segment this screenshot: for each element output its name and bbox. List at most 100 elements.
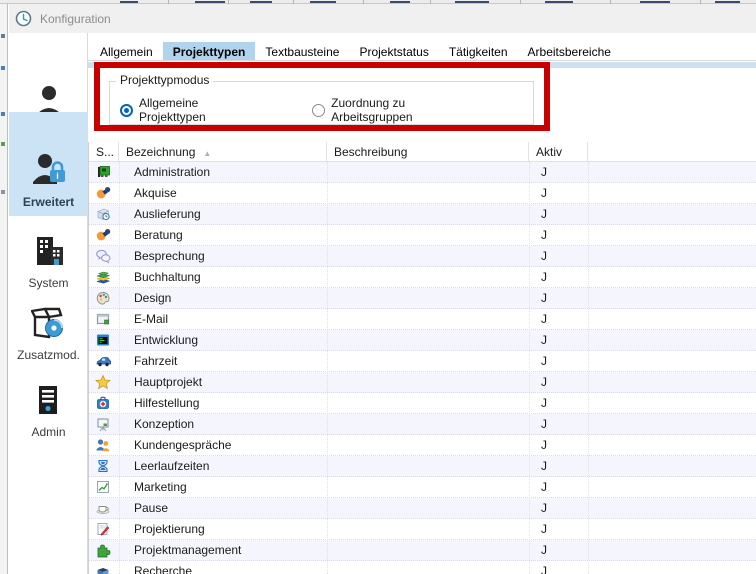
cell-aktiv: J (541, 414, 547, 435)
column-header-beschreibung[interactable]: Beschreibung (327, 142, 529, 162)
sidebar-item-label: System (9, 276, 88, 290)
background-text-fragment (715, 1, 740, 3)
cell-aktiv: J (541, 393, 547, 414)
cell-aktiv: J (541, 309, 547, 330)
palette-icon (95, 290, 111, 306)
dialog-titlebar[interactable]: Konfiguration (9, 4, 756, 33)
radio-row: Allgemeine Projekttypen Zuordnung zu Arbe… (120, 96, 533, 124)
radio-label[interactable]: Allgemeine Projekttypen (139, 96, 268, 124)
radio-selected[interactable] (120, 104, 133, 117)
table-row[interactable]: BeratungJ (89, 225, 756, 246)
cell-aktiv: J (541, 540, 547, 561)
table-row[interactable]: KonzeptionJ (89, 414, 756, 435)
cell-bezeichnung: Buchhaltung (134, 267, 201, 288)
cell-aktiv: J (541, 246, 547, 267)
cell-aktiv: J (541, 498, 547, 519)
dialog-title: Konfiguration (40, 12, 111, 26)
cell-bezeichnung: Kundengespräche (134, 435, 231, 456)
groupbox-title: Projekttypmodus (116, 73, 213, 87)
cell-aktiv: J (541, 267, 547, 288)
easel-icon (95, 416, 111, 432)
cell-bezeichnung: Akquise (134, 183, 177, 204)
cell-aktiv: J (541, 456, 547, 477)
email-icon (95, 311, 111, 327)
background-text-fragment (390, 1, 410, 3)
table-row[interactable]: FahrzeitJ (89, 351, 756, 372)
tab-ttigkeiten[interactable]: Tätigkeiten (439, 42, 518, 60)
doc-pen-icon (95, 521, 111, 537)
tab-projektstatus[interactable]: Projektstatus (349, 42, 438, 60)
radio-label[interactable]: Zuordnung zu Arbeitsgruppen (331, 96, 489, 124)
background-fragment (1, 112, 5, 116)
box-cd-icon (31, 305, 67, 344)
handshake-icon (95, 227, 111, 243)
cell-bezeichnung: Projektierung (134, 519, 205, 540)
tab-allgemein[interactable]: Allgemein (90, 42, 163, 60)
user-lock-icon: i (31, 152, 67, 191)
background-window-sliver (0, 4, 8, 574)
table-row[interactable]: HilfestellungJ (89, 393, 756, 414)
sidebar-item-zusatzmod[interactable]: Zusatzmod. (9, 305, 88, 362)
cell-bezeichnung: Leerlaufzeiten (134, 456, 209, 477)
puzzle-icon (95, 542, 111, 558)
column-header-aktiv[interactable]: Aktiv (529, 142, 588, 162)
table-row[interactable]: E-MailJ (89, 309, 756, 330)
sidebar-item-label: Erweitert (9, 195, 88, 209)
cell-bezeichnung: Design (134, 288, 171, 309)
cell-bezeichnung: Fahrzeit (134, 351, 177, 372)
tab-projekttypen[interactable]: Projekttypen (163, 42, 256, 60)
table-row[interactable]: KundengesprächeJ (89, 435, 756, 456)
sidebar: BenutzeriErweitertSystemZusatzmod.Admin (9, 33, 88, 574)
sort-ascending-icon: ▲ (203, 149, 211, 158)
people-icon (95, 437, 111, 453)
table-row[interactable]: Akquise J (89, 183, 756, 204)
tab-textbausteine[interactable]: Textbausteine (255, 42, 349, 60)
column-header-s[interactable]: S... (89, 142, 119, 162)
column-separator (327, 162, 328, 574)
network-card-icon (95, 164, 111, 180)
cell-aktiv: J (541, 288, 547, 309)
sidebar-item-label: Admin (9, 425, 88, 439)
column-header-bezeichnung[interactable]: Bezeichnung▲ (119, 142, 327, 162)
table-row[interactable]: Design J (89, 288, 756, 309)
cell-bezeichnung: Entwicklung (134, 330, 198, 351)
cell-aktiv: J (541, 477, 547, 498)
books-icon (95, 269, 111, 285)
table-row[interactable]: ProjektmanagementJ (89, 540, 756, 561)
sidebar-item-erweitert[interactable]: i Erweitert (9, 112, 88, 216)
table-row[interactable]: ProjektierungJ (89, 519, 756, 540)
cell-bezeichnung: Administration (134, 162, 210, 183)
cell-aktiv: J (541, 183, 547, 204)
background-text-fragment (640, 1, 670, 3)
table-row[interactable]: AdministrationJ (89, 162, 756, 183)
table-row[interactable]: Buchhaltung J (89, 267, 756, 288)
cell-bezeichnung: Auslieferung (134, 204, 201, 225)
column-separator (588, 162, 589, 574)
table-row[interactable]: BesprechungJ (89, 246, 756, 267)
star-icon (95, 374, 111, 390)
background-fragment (1, 34, 5, 38)
annotation-red-box: Projekttypmodus Allgemeine Projekttypen Z… (94, 62, 550, 131)
table-row[interactable]: AuslieferungJ (89, 204, 756, 225)
radio-unselected[interactable] (312, 104, 325, 117)
console-icon (95, 332, 111, 348)
table-row[interactable]: Pause J (89, 498, 756, 519)
table-body: AdministrationJAkquiseJAuslieferungJBera… (89, 162, 756, 574)
table-row[interactable]: MarketingJ (89, 477, 756, 498)
table-row[interactable]: HauptprojektJ (89, 372, 756, 393)
cell-aktiv: J (541, 330, 547, 351)
clock-icon (15, 10, 32, 27)
package-icon (95, 206, 111, 222)
chart-icon (95, 479, 111, 495)
table-row[interactable]: Leerlaufzeiten J (89, 456, 756, 477)
background-text-fragment (250, 1, 272, 3)
projekttypen-table[interactable]: S...Bezeichnung▲BeschreibungAktiv Admini… (88, 142, 756, 574)
cell-bezeichnung: Pause (134, 498, 168, 519)
server-icon (31, 382, 67, 421)
table-row[interactable]: Entwicklung J (89, 330, 756, 351)
sidebar-item-admin[interactable]: Admin (9, 382, 88, 439)
table-row[interactable]: RechercheJ (89, 561, 756, 574)
sidebar-item-system[interactable]: System (9, 233, 88, 290)
tab-arbeitsbereiche[interactable]: Arbeitsbereiche (518, 42, 621, 60)
car-icon (95, 353, 111, 369)
